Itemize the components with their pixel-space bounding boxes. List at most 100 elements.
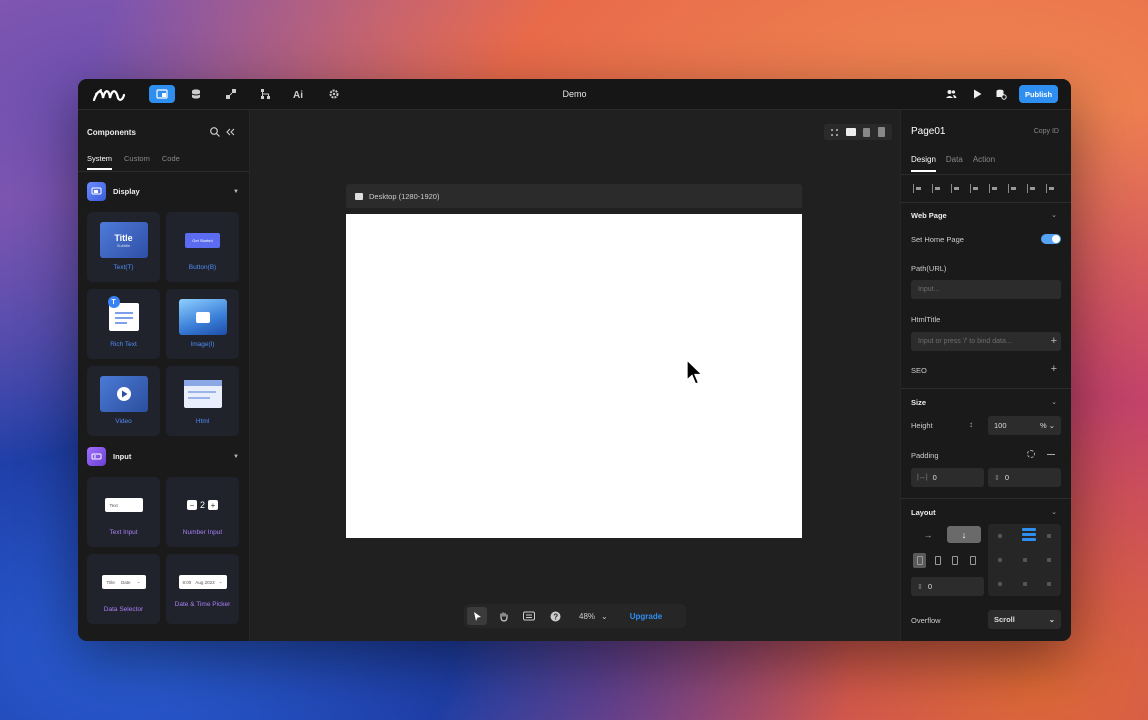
database-icon[interactable] <box>183 85 209 103</box>
copy-id-button[interactable]: Copy ID <box>1034 128 1059 135</box>
flow-icon[interactable] <box>252 85 278 103</box>
chevron-down-icon[interactable]: ⌄ <box>1051 508 1057 516</box>
add-icon[interactable]: + <box>1051 335 1057 347</box>
component-rich-text[interactable]: T Rich Text <box>87 289 160 359</box>
frame-header[interactable]: Desktop (1280-1920) <box>346 184 802 208</box>
direction-column-icon[interactable]: ↓ <box>947 526 981 543</box>
settings-icon[interactable] <box>321 85 347 103</box>
html-title-input[interactable]: Input or press '/' to bind data... <box>911 332 1061 351</box>
component-video[interactable]: Video <box>87 366 160 436</box>
desktop-icon[interactable] <box>845 128 856 136</box>
distribute-h-icon[interactable] <box>1027 184 1036 193</box>
gap-input[interactable]: ⇕ 0 <box>911 577 984 596</box>
section-display[interactable]: Display ▼ <box>87 182 239 201</box>
component-html[interactable]: Html <box>166 366 239 436</box>
input-section-icon <box>87 447 106 466</box>
section-input[interactable]: Input ▼ <box>87 447 239 466</box>
upgrade-link[interactable]: Upgrade <box>630 612 662 621</box>
properties-panel: Page01 Copy ID Design Data Action Web Pa… <box>900 110 1071 641</box>
chevron-down-icon[interactable]: ⌄ <box>1051 211 1057 219</box>
align-left-icon[interactable] <box>913 184 922 193</box>
ai-icon[interactable]: Ai <box>286 85 312 103</box>
component-number-input[interactable]: − 2 + Number Input <box>166 477 239 547</box>
alignment-grid[interactable] <box>988 524 1061 596</box>
align-center-v-icon[interactable] <box>989 184 998 193</box>
component-date-time-picker[interactable]: 8:00 Aug 2023 ⌄ Date & Time Picker <box>166 554 239 624</box>
text-input-thumbnail: Text <box>100 487 148 523</box>
direction-row-icon[interactable]: → <box>911 526 945 543</box>
thumb-time: 8:00 <box>182 579 192 585</box>
tablet-icon[interactable] <box>863 127 871 137</box>
overflow-select[interactable]: Scroll ⌄ <box>988 610 1061 629</box>
collaborators-icon[interactable] <box>938 85 964 103</box>
tab-action[interactable]: Action <box>973 155 995 172</box>
path-label: Path(URL) <box>911 264 947 273</box>
caret-down-icon: ▼ <box>233 188 239 195</box>
grid-view-icon[interactable] <box>830 128 838 136</box>
deploy-settings-icon[interactable] <box>988 85 1014 103</box>
desktop-icon <box>355 192 363 200</box>
help-icon[interactable]: ? <box>545 607 565 625</box>
padding-v-value: 0 <box>1004 473 1010 482</box>
search-icon[interactable] <box>209 126 221 138</box>
tab-data[interactable]: Data <box>946 155 963 172</box>
keyboard-icon[interactable] <box>519 607 539 625</box>
page-frame[interactable] <box>346 214 802 538</box>
collapse-panel-icon[interactable] <box>224 126 236 138</box>
align-right-icon[interactable] <box>951 184 960 193</box>
component-button[interactable]: Get Started Button(B) <box>166 212 239 282</box>
align-top-icon[interactable] <box>970 184 979 193</box>
mobile-icon[interactable] <box>878 127 886 137</box>
component-image[interactable]: Image(I) <box>166 289 239 359</box>
number-input-thumbnail: − 2 + <box>179 487 227 523</box>
padding-vertical-input[interactable]: ⇕ 0 <box>988 468 1061 487</box>
set-home-toggle[interactable] <box>1041 234 1061 244</box>
pages-icon[interactable] <box>149 85 175 103</box>
tab-design[interactable]: Design <box>911 155 936 172</box>
component-text-input[interactable]: Text Text Input <box>87 477 160 547</box>
tab-system[interactable]: System <box>87 154 113 170</box>
add-seo-icon[interactable]: + <box>1051 363 1057 375</box>
divider <box>901 174 1071 175</box>
component-text[interactable]: Title Subtitle Text(T) <box>87 212 160 282</box>
component-data-selector[interactable]: Title Date ⌄ Data Selector <box>87 554 160 624</box>
design-canvas[interactable]: Desktop (1280-1920) ? 48% ⌄ Upgrade <box>250 110 900 641</box>
layout-space-icon[interactable] <box>966 553 979 568</box>
zoom-value: 48% <box>579 611 596 621</box>
height-input[interactable]: 100 % ⌄ <box>988 416 1061 435</box>
chevron-down-icon[interactable]: ⌄ <box>1051 398 1057 406</box>
size-heading: Size <box>911 398 927 407</box>
section-label: Display <box>113 187 140 196</box>
app-logo[interactable] <box>92 85 126 103</box>
app-window: Ai Demo Publish Components System Custom… <box>78 79 1071 641</box>
publish-button[interactable]: Publish <box>1019 85 1058 103</box>
select-tool-icon[interactable] <box>467 607 487 625</box>
padding-horizontal-input[interactable]: |↔| 0 <box>911 468 984 487</box>
logic-icon[interactable] <box>218 85 244 103</box>
align-bottom-icon[interactable] <box>1008 184 1017 193</box>
component-label: Video <box>115 418 132 425</box>
height-mode-icon[interactable]: ↕ <box>969 420 973 429</box>
remove-icon[interactable] <box>1047 454 1055 455</box>
zoom-control[interactable]: 48% ⌄ <box>579 612 608 621</box>
align-center-h-icon[interactable] <box>932 184 941 193</box>
path-input[interactable]: Input... <box>911 280 1061 299</box>
tab-code[interactable]: Code <box>162 154 180 170</box>
padding-mode-icon[interactable] <box>1027 450 1035 458</box>
layout-hug-icon[interactable] <box>931 553 944 568</box>
image-thumbnail <box>178 299 227 335</box>
hand-tool-icon[interactable] <box>493 607 513 625</box>
seo-label: SEO <box>911 366 927 375</box>
svg-text:?: ? <box>553 612 558 621</box>
web-page-heading: Web Page <box>911 211 947 220</box>
distribute-v-icon[interactable] <box>1046 184 1055 193</box>
mouse-cursor-icon <box>686 359 704 385</box>
svg-text:Ai: Ai <box>293 90 303 100</box>
preview-play-icon[interactable] <box>964 85 990 103</box>
display-section-icon <box>87 182 106 201</box>
components-panel: Components System Custom Code Display ▼ … <box>78 110 250 641</box>
layout-fill-icon[interactable] <box>948 553 961 568</box>
components-title: Components <box>87 128 136 137</box>
tab-custom[interactable]: Custom <box>124 154 150 170</box>
layout-fixed-icon[interactable] <box>913 553 926 568</box>
